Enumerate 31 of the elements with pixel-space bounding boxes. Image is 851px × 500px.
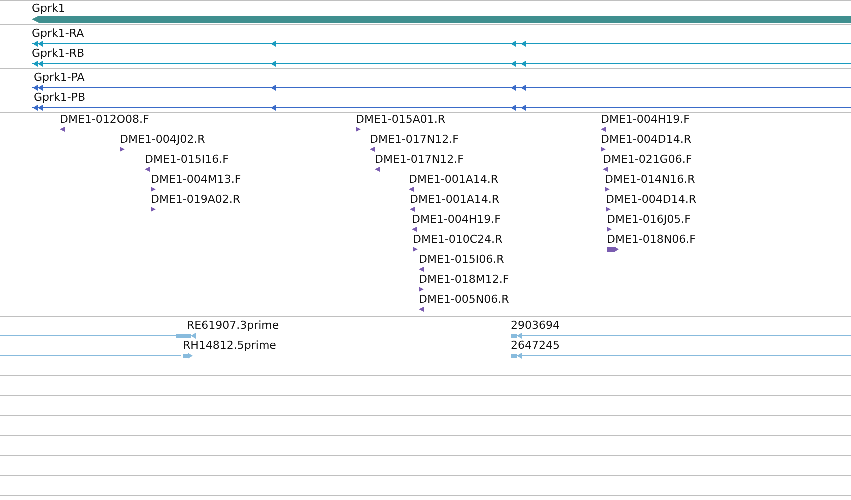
est-label: DME1-019A02.R xyxy=(151,193,241,206)
est-label: DME1-004H19.F xyxy=(412,213,501,226)
est-label: DME1-017N12.F xyxy=(375,153,464,166)
est-label: DME1-015I06.R xyxy=(419,253,504,266)
gene-label: Gprk1 xyxy=(32,2,66,15)
est-label: DME1-004H19.F xyxy=(601,113,690,126)
est-label: DME1-004D14.R xyxy=(601,133,692,146)
est-label: DME1-005N06.R xyxy=(419,293,510,306)
transcript-label: Gprk1-RA xyxy=(32,27,84,40)
est-label: DME1-017N12.F xyxy=(370,133,459,146)
est-label: DME1-021G06.F xyxy=(603,153,692,166)
est-label: DME1-010C24.R xyxy=(413,233,503,246)
est-label: DME1-004M13.F xyxy=(151,173,242,186)
transcript-label: Gprk1-RB xyxy=(32,47,85,60)
protein-label: Gprk1-PA xyxy=(34,71,85,84)
est-label: DME1-018N06.F xyxy=(607,233,696,246)
cdna-label: RE61907.3prime xyxy=(187,319,280,332)
est-label: DME1-004J02.R xyxy=(120,133,206,146)
est-label: DME1-018M12.F xyxy=(419,273,510,286)
est-label: DME1-015A01.R xyxy=(356,113,446,126)
est-label: DME1-001A14.R xyxy=(410,193,500,206)
cdna-label: 2903694 xyxy=(511,319,560,332)
cdna-label: RH14812.5prime xyxy=(183,339,276,352)
est-label: DME1-001A14.R xyxy=(409,173,499,186)
protein-label: Gprk1-PB xyxy=(34,91,86,104)
est-label: DME1-015I16.F xyxy=(145,153,229,166)
est-label: DME1-014N16.R xyxy=(605,173,696,186)
est-label: DME1-004D14.R xyxy=(606,193,696,206)
cdna-label: 2647245 xyxy=(511,339,560,352)
est-label: DME1-012O08.F xyxy=(60,113,150,126)
est-label: DME1-016J05.F xyxy=(607,213,691,226)
